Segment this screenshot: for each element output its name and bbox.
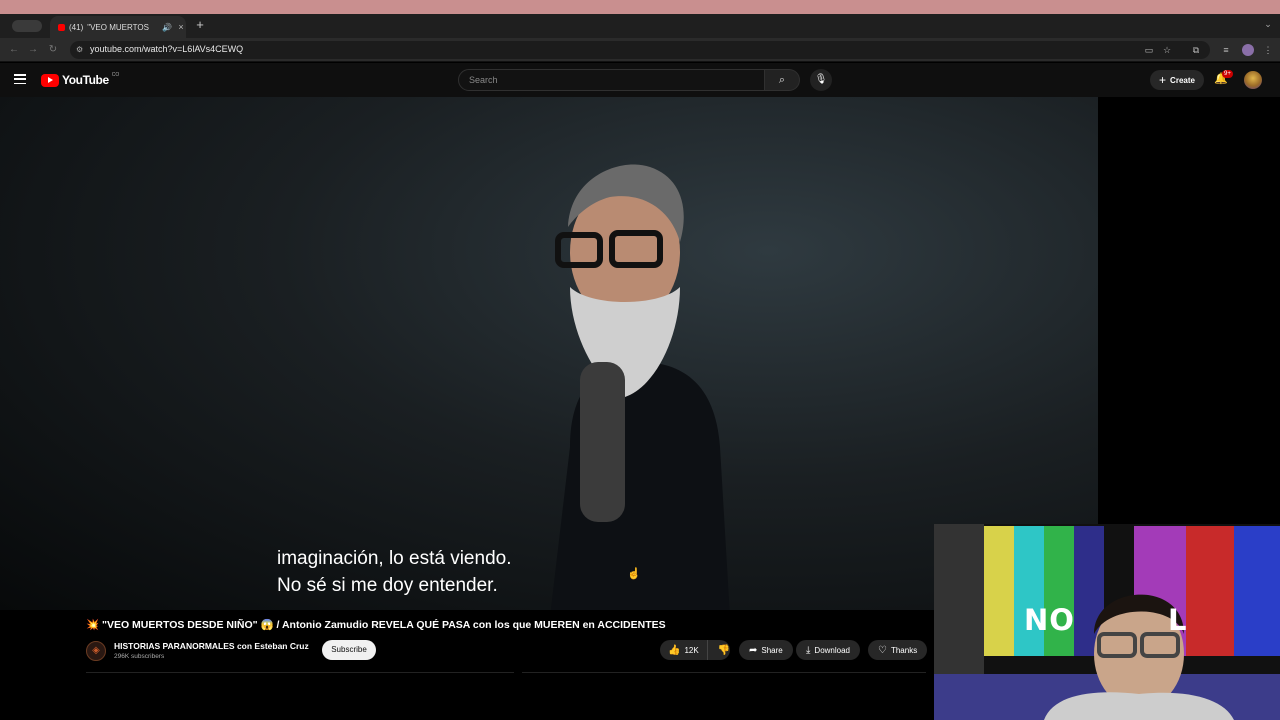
- download-button[interactable]: ⤓ Download: [796, 640, 860, 660]
- dislike-button[interactable]: 👎: [712, 645, 736, 656]
- video-title: 💥 "VEO MUERTOS DESDE NIÑO" 😱 / Antonio Z…: [86, 619, 666, 631]
- share-button[interactable]: ➦ Share: [739, 640, 793, 660]
- notifications-badge: 9+: [1222, 70, 1233, 78]
- youtube-favicon-icon: [58, 23, 65, 31]
- caption-line-1: imaginación, lo está viendo.: [277, 548, 512, 569]
- tab-title: "VEO MUERTOS: [87, 22, 149, 32]
- webcam-overlay-text-right: L: [1168, 603, 1187, 637]
- browser-toolbar: ← → ↻ ⚙ youtube.com/watch?v=L6lAVs4CEWQ …: [0, 38, 1280, 62]
- youtube-wordmark: YouTube: [62, 73, 109, 87]
- thanks-button[interactable]: ♡ Thanks: [868, 640, 928, 660]
- extensions-icon[interactable]: ⧉: [1190, 44, 1202, 56]
- apple-icon[interactable]: [10, 1, 20, 12]
- bookmark-star-icon[interactable]: ☆: [1161, 44, 1173, 56]
- search-placeholder: Search: [469, 75, 498, 85]
- share-icon: ➦: [749, 644, 758, 656]
- channel-avatar[interactable]: ◈: [86, 641, 106, 661]
- channel-name[interactable]: HISTORIAS PARANORMALES con Esteban Cruz: [114, 641, 309, 651]
- share-label: Share: [761, 645, 783, 655]
- description-divider: [86, 672, 514, 673]
- thumbs-down-icon: 👎: [717, 644, 731, 656]
- youtube-play-icon: [41, 73, 59, 87]
- tab-notification-count: (41): [69, 22, 84, 32]
- subscriber-count: 296K subscribers: [114, 653, 165, 660]
- youtube-masthead: YouTube CO Search ⌕ 🎙 + Create 🔔 9+: [0, 63, 1280, 97]
- browser-profile-avatar[interactable]: [1242, 44, 1254, 56]
- webcam-overlay: [934, 524, 1280, 720]
- description-divider-right: [522, 672, 926, 673]
- account-avatar[interactable]: [1244, 71, 1262, 89]
- reload-button[interactable]: ↻: [47, 44, 59, 56]
- site-info-icon[interactable]: ⚙: [76, 45, 86, 55]
- webcam-overlay-text-left: NO: [1024, 603, 1075, 637]
- country-code: CO: [111, 72, 120, 78]
- webcam-feed: [934, 524, 1280, 720]
- plus-icon: +: [1159, 73, 1167, 87]
- microphone-icon: 🎙: [814, 74, 828, 85]
- address-bar[interactable]: ⚙ youtube.com/watch?v=L6lAVs4CEWQ: [70, 41, 1210, 59]
- search-input[interactable]: Search: [458, 69, 765, 91]
- video-frame-speaker: [550, 164, 730, 610]
- thumbs-up-icon: 👍: [668, 644, 681, 656]
- macos-menu-bar: [0, 0, 1280, 14]
- url-text[interactable]: youtube.com/watch?v=L6lAVs4CEWQ: [90, 44, 243, 54]
- create-button[interactable]: + Create: [1150, 70, 1204, 90]
- youtube-logo[interactable]: YouTube CO: [41, 72, 119, 88]
- forward-button[interactable]: →: [27, 44, 39, 56]
- video-caption: imaginación, lo está viendo. No sé si me…: [277, 545, 511, 599]
- thanks-label: Thanks: [890, 645, 918, 655]
- like-dislike-group: 👍 12K 👎: [660, 640, 730, 660]
- search-button[interactable]: ⌕: [765, 69, 800, 91]
- speaker-icon[interactable]: 🔊: [162, 23, 172, 32]
- reading-list-icon[interactable]: ≡: [1220, 44, 1232, 56]
- browser-menu-icon[interactable]: ⋮: [1262, 44, 1274, 56]
- download-label: Download: [814, 645, 850, 655]
- like-button[interactable]: 👍 12K: [660, 640, 708, 660]
- create-label: Create: [1170, 75, 1195, 85]
- caption-line-2: No sé si me doy entender.: [277, 575, 498, 596]
- tab-close-icon[interactable]: ×: [176, 22, 186, 32]
- mouse-pointer-icon: ☝: [627, 568, 641, 580]
- tab-youtube-video[interactable]: (41) "VEO MUERTOS 🔊 ×: [50, 16, 186, 38]
- download-icon: ⤓: [806, 644, 811, 656]
- new-tab-button[interactable]: +: [192, 17, 208, 33]
- back-button[interactable]: ←: [8, 44, 20, 56]
- search-icon: ⌕: [778, 74, 786, 86]
- browser-tab-strip: (41) "VEO MUERTOS 🔊 × + ⌄: [0, 14, 1280, 38]
- hamburger-menu-icon[interactable]: [14, 74, 26, 85]
- tab-search-chevron-icon[interactable]: ⌄: [1262, 19, 1274, 31]
- subscribe-button[interactable]: Subscribe: [322, 640, 376, 660]
- thanks-icon: ♡: [878, 644, 887, 656]
- video-metadata: 💥 "VEO MUERTOS DESDE NIÑO" 😱 / Antonio Z…: [0, 610, 935, 676]
- cast-icon[interactable]: ▭: [1143, 44, 1155, 56]
- voice-search-button[interactable]: 🎙: [810, 69, 832, 91]
- like-count: 12K: [684, 645, 699, 655]
- tab-group-pill[interactable]: [12, 20, 42, 32]
